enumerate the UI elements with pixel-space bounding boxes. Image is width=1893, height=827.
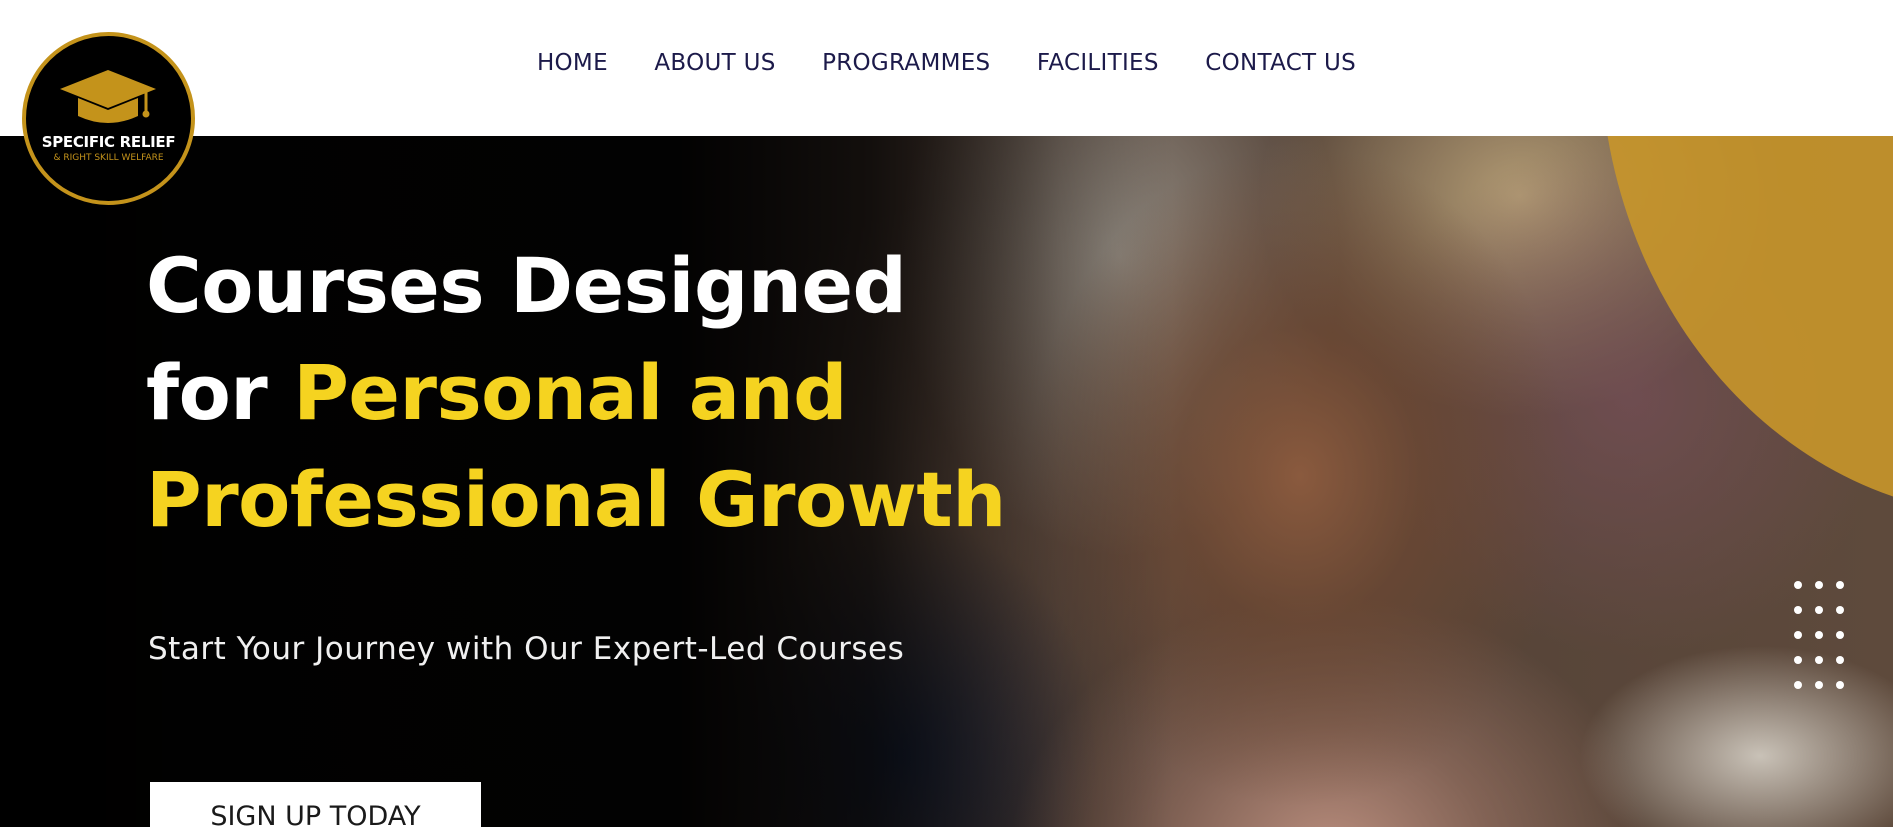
- nav-contact-us[interactable]: CONTACT US: [1205, 50, 1356, 76]
- dot: [1815, 606, 1823, 614]
- dot: [1794, 681, 1802, 689]
- dot: [1794, 656, 1802, 664]
- dot: [1815, 681, 1823, 689]
- dot: [1815, 631, 1823, 639]
- dot: [1836, 606, 1844, 614]
- nav-about-us[interactable]: ABOUT US: [654, 50, 775, 76]
- logo-name: SPECIFIC RELIEF: [41, 133, 176, 151]
- graduation-cap-icon: [60, 70, 156, 123]
- dot: [1794, 581, 1802, 589]
- dot: [1794, 631, 1802, 639]
- hero-heading-line1: Courses Designed: [146, 241, 907, 330]
- hero-heading-for: for: [146, 348, 294, 437]
- hero-heading-highlight-2: Professional Growth: [146, 455, 1006, 544]
- dot: [1815, 581, 1823, 589]
- nav-facilities[interactable]: FACILITIES: [1037, 50, 1159, 76]
- hero-subheading: Start Your Journey with Our Expert-Led C…: [148, 631, 905, 667]
- hero-heading-highlight-1: Personal and: [293, 348, 848, 437]
- nav-home[interactable]: HOME: [537, 50, 608, 76]
- site-header: HOME ABOUT US PROGRAMMES FACILITIES CONT…: [0, 0, 1893, 136]
- sign-up-button[interactable]: SIGN UP TODAY: [150, 782, 481, 827]
- dot: [1836, 656, 1844, 664]
- main-nav: HOME ABOUT US PROGRAMMES FACILITIES CONT…: [0, 50, 1893, 76]
- dot: [1836, 631, 1844, 639]
- dot: [1815, 656, 1823, 664]
- dot-grid-decoration: [1788, 581, 1848, 696]
- dot: [1794, 606, 1802, 614]
- dot: [1836, 681, 1844, 689]
- logo-tagline: & RIGHT SKILL WELFARE: [53, 153, 164, 163]
- hero-section: Courses Designed for Personal and Professi…: [0, 136, 1893, 827]
- hero-heading: Courses Designed for Personal and Professi…: [146, 232, 1046, 553]
- nav-programmes[interactable]: PROGRAMMES: [822, 50, 990, 76]
- dot: [1836, 581, 1844, 589]
- site-logo[interactable]: SPECIFIC RELIEF & RIGHT SKILL WELFARE: [22, 32, 195, 205]
